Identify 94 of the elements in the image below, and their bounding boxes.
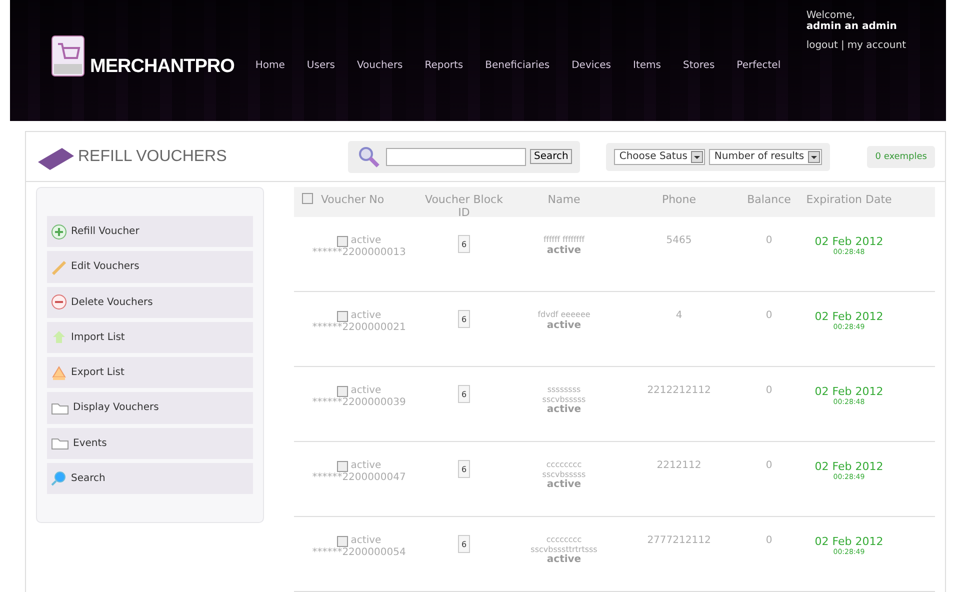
search-button[interactable]: Search <box>530 149 572 164</box>
row-checkbox[interactable] <box>336 536 348 546</box>
name-text: cccccccc <box>546 535 582 545</box>
expiration-date: 02 Feb 2012 <box>814 460 884 473</box>
row-checkbox[interactable] <box>336 386 348 396</box>
plus-icon <box>51 224 67 240</box>
welcome-text: Welcome, <box>806 10 856 21</box>
name-text: ssssssss <box>547 385 581 395</box>
column-header: Voucher No <box>321 193 384 206</box>
balance-cell-text: 0 <box>764 310 774 322</box>
sidebar-item[interactable]: Events <box>47 428 253 459</box>
count-badge: 0 exemples <box>867 146 935 168</box>
name-status: active <box>546 244 582 256</box>
cart-logo-icon <box>50 34 86 78</box>
row-checkbox[interactable] <box>336 460 348 472</box>
status-text: active <box>350 460 382 472</box>
nav-link[interactable]: Vouchers <box>346 60 414 71</box>
block-id: 6 <box>458 235 470 253</box>
name-text: cccccccc <box>546 460 582 470</box>
page-title: REFILL VOUCHERS <box>78 148 228 166</box>
balance-cell-text: 0 <box>764 235 774 247</box>
block-id: 6 <box>458 535 470 553</box>
folder-icon <box>51 436 69 450</box>
select-all-checkbox[interactable] <box>302 193 313 204</box>
name-text: ffffff ffffffff <box>543 235 585 245</box>
phone-cell-text: 4 <box>674 310 684 322</box>
voucher-number: ******2200000054 <box>312 547 406 559</box>
sidebar-item[interactable]: Delete Vouchers <box>47 286 253 318</box>
sidebar-item[interactable]: Edit Vouchers <box>47 251 253 282</box>
search-field[interactable] <box>386 148 526 166</box>
column-header: Phone <box>660 193 698 206</box>
status-select[interactable]: Choose Satus <box>614 148 706 164</box>
expiration-date: 02 Feb 2012 <box>814 235 884 248</box>
name-text: fdvdf eeeeee <box>538 310 590 320</box>
sidebar-item[interactable]: Display Vouchers <box>47 392 253 424</box>
logo-text: MERCHANTPRO <box>90 56 234 78</box>
nav-link[interactable]: Users <box>296 60 346 71</box>
expiration-date: 02 Feb 2012 <box>814 310 884 323</box>
pencil-icon <box>51 258 67 275</box>
name-status: active <box>546 320 582 331</box>
nav-link[interactable]: Reports <box>414 60 474 71</box>
nav-link[interactable]: Stores <box>672 60 726 71</box>
block-id: 6 <box>458 460 470 478</box>
phone-cell-text: 2212112 <box>656 460 702 472</box>
status-text: active <box>350 235 382 247</box>
nav-link[interactable]: Perfectel <box>726 60 792 71</box>
balance-cell-text: 0 <box>764 385 774 397</box>
sidebar-item[interactable]: Search <box>47 462 253 494</box>
folder-icon <box>51 400 69 415</box>
column-header: Name <box>546 193 582 206</box>
results-select[interactable]: Number of results <box>709 148 822 164</box>
block-id: 6 <box>458 385 470 403</box>
name-text: sscvbsssss <box>542 394 586 404</box>
name-text: sscvbsssttrtrtsss <box>530 544 598 554</box>
expiration-date: 02 Feb 2012 <box>814 385 884 398</box>
export-icon <box>51 364 67 381</box>
nav-link[interactable]: Beneficiaries <box>474 60 561 71</box>
upload-icon <box>51 329 67 346</box>
row-checkbox[interactable] <box>336 236 348 246</box>
separator-text: | <box>840 40 844 51</box>
account-link[interactable]: my account <box>847 40 906 51</box>
nav-link[interactable]: Items <box>622 60 672 71</box>
column-header: Expiration Date <box>805 193 893 206</box>
nav-link[interactable]: Home <box>244 60 296 71</box>
balance-cell-text: 0 <box>764 460 774 472</box>
block-id: 6 <box>458 310 470 328</box>
search-icon <box>51 470 67 486</box>
sidebar-item[interactable]: Refill Voucher <box>47 216 253 248</box>
minus-icon <box>51 294 67 310</box>
voucher-number: ******2200000039 <box>312 397 406 409</box>
status-text: active <box>350 535 382 547</box>
voucher-number: ******2200000047 <box>312 472 406 484</box>
user-name: admin an admin <box>806 21 898 32</box>
name-status: active <box>546 404 582 416</box>
status-text: active <box>350 385 382 397</box>
logout-link[interactable]: logout <box>806 40 838 51</box>
phone-cell-text: 5465 <box>665 235 693 247</box>
voucher-number: ******2200000021 <box>312 322 406 334</box>
name-status: active <box>546 554 582 566</box>
status-text: active <box>350 310 382 322</box>
name-text: sscvbsssss <box>542 470 586 479</box>
search-icon <box>356 144 382 168</box>
column-header: Balance <box>746 193 792 206</box>
balance-cell-text: 0 <box>764 535 774 547</box>
row-checkbox[interactable] <box>336 310 348 322</box>
column-header: Voucher Block ID <box>424 193 504 220</box>
sidebar-item[interactable]: Export List <box>47 357 253 388</box>
phone-cell-text: 2777212112 <box>646 535 712 547</box>
nav-link[interactable]: Devices <box>560 60 622 71</box>
name-status: active <box>546 479 582 490</box>
voucher-number: ******2200000013 <box>312 247 406 259</box>
sidebar-item[interactable]: Import List <box>47 322 253 353</box>
phone-cell-text: 2212212112 <box>646 385 712 397</box>
expiration-date: 02 Feb 2012 <box>814 535 884 548</box>
